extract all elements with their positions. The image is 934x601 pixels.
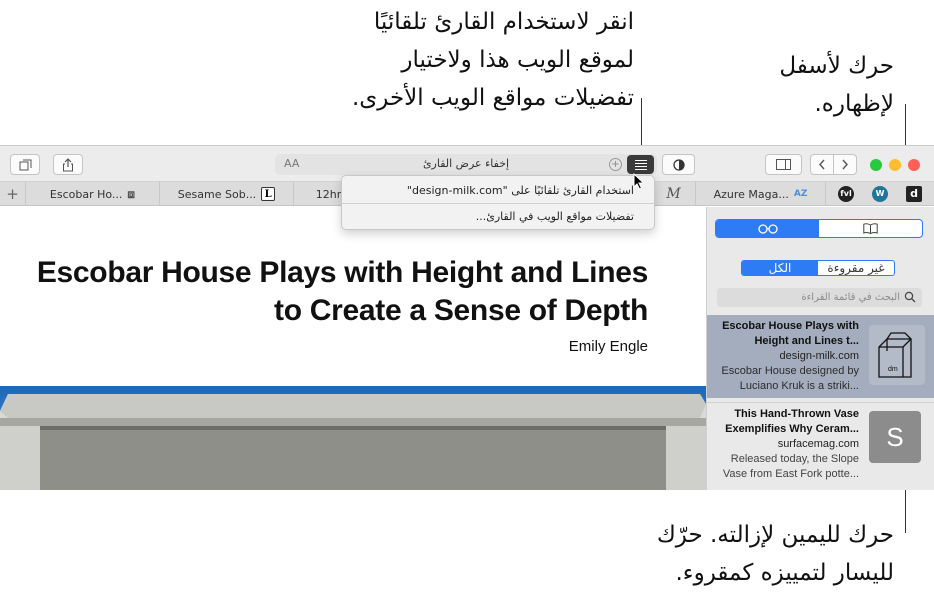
filter-unread[interactable]: غير مقروءة [818,261,894,275]
reading-list-item-text: This Hand-Thrown Vase Exemplifies Why Ce… [711,407,859,482]
bookmarks-tab[interactable] [819,220,922,237]
reading-list-item-text: Escobar House Plays with Height and Line… [711,319,859,394]
item-domain: design-milk.com [779,350,859,362]
chevron-right-icon [842,159,848,170]
tab-title: Escobar Ho... [49,187,123,201]
forward-button[interactable] [833,154,857,175]
article-hero-image [0,386,706,490]
az-favicon-icon: AZ [793,189,808,199]
callout-line: لإظهاره. [814,91,894,117]
callout-line: لموقع الويب هذا ولاختيار [401,47,634,73]
l-favicon-icon: L [261,187,276,201]
show-tabs-button[interactable] [10,154,40,175]
callout-line: لليسار لتمييزه كمقروء. [675,560,895,586]
pinned-tab-wordpress[interactable]: W [872,186,888,202]
share-button[interactable] [53,154,83,175]
search-placeholder: البحث في قائمة القراءة [801,292,900,303]
pinned-tab-fvl[interactable]: fvl [838,186,854,202]
reader-article: Escobar House Plays with Height and Line… [0,207,706,490]
zoom-window-button[interactable] [870,159,882,171]
reader-button[interactable] [627,155,654,174]
callout-leader-row [905,487,906,533]
search-icon [904,291,916,303]
reading-list-item[interactable]: This Hand-Thrown Vase Exemplifies Why Ce… [707,402,934,490]
m-favicon-icon: M [666,186,681,202]
add-page-icon[interactable]: + [609,158,622,171]
box-icon: ⧈ [127,187,136,201]
item-title: Escobar House Plays with Height and Line… [722,320,859,347]
read-filter-segmented: غير مقروءة الكل [741,260,895,276]
article-author: Emily Engle [568,338,648,355]
article-title: Escobar House Plays with Height and Line… [36,256,648,327]
chevron-left-icon [819,159,825,170]
book-icon [863,223,878,234]
glasses-icon [757,223,778,234]
mouse-cursor-icon [633,173,645,190]
filter-all[interactable]: الكل [742,261,818,275]
callout-reader-options: انقر لاستخدام القارئ تلقائيًا لموقع الوي… [352,3,634,117]
reading-list-tab[interactable] [716,220,819,237]
reader-options-menu: استخدام القارئ تلقائيًا على "design-milk… [341,175,655,230]
callout-line: انقر لاستخدام القارئ تلقائيًا [373,9,634,35]
item-domain: surfacemag.com [777,438,859,450]
pinned-tab-d[interactable]: d [906,186,922,202]
safari-window: AA إخفاء عرض القارئ + + Escobar Ho... ⧈ [0,145,934,490]
menu-item-reader-website-settings[interactable]: تفضيلات مواقع الويب في القارئ... [342,205,654,227]
item-thumbnail: S [869,411,921,463]
address-text[interactable]: إخفاء عرض القارئ [275,157,657,170]
callout-line: حرك لليمين لإزالته. حرّك [656,522,894,548]
item-title: This Hand-Thrown Vase Exemplifies Why Ce… [725,408,859,435]
tab-sesame[interactable]: Sesame Sob... L [160,182,294,206]
minimize-window-button[interactable] [889,159,901,171]
tab-title: 12hr [315,187,342,201]
reading-list-sidebar: غير مقروءة الكل البحث في قائمة القراءة E… [706,207,934,490]
callout-line: تفضيلات مواقع الويب الأخرى. [351,85,634,111]
thumb-label: dm [888,366,898,373]
tab-m[interactable]: M [652,182,696,206]
close-window-button[interactable] [908,159,920,171]
tab-title: Sesame Sob... [177,187,257,201]
tab-escobar[interactable]: Escobar Ho... ⧈ [26,182,160,206]
back-button[interactable] [810,154,834,175]
shield-icon [672,158,685,171]
house-photo [0,394,706,490]
sidebar-toggle-button[interactable] [765,154,802,175]
reading-list-search-input[interactable]: البحث في قائمة القراءة [717,288,922,307]
share-icon [63,157,73,171]
tab-azure[interactable]: Azure Maga... AZ [696,182,826,206]
menu-separator [342,203,654,204]
callout-swipe-row: حرك لليمين لإزالته. حرّك لليسار لتمييزه … [657,516,894,592]
reading-list-item[interactable]: Escobar House Plays with Height and Line… [707,315,934,398]
tab-title: Azure Maga... [713,187,789,201]
new-tab-button[interactable]: + [0,182,26,206]
reader-lines-icon [634,159,647,161]
sidebar-icon [776,159,791,170]
address-bar[interactable]: AA إخفاء عرض القارئ + [275,154,657,175]
item-thumbnail: dm [869,325,925,385]
sidebar-mode-switcher [715,219,923,238]
callout-scroll-down: حرك لأسفل لإظهاره. [779,47,894,123]
milk-carton-icon: dm [878,332,912,378]
callout-line: حرك لأسفل [779,53,894,79]
tabs-overview-icon [19,159,31,170]
item-excerpt: Escobar House designed by Luciano Kruk i… [721,365,859,392]
privacy-report-button[interactable] [662,154,695,175]
menu-item-use-reader-automatically[interactable]: استخدام القارئ تلقائيًا على "design-milk… [342,179,654,201]
item-excerpt: Released today, the Slope Vase from East… [722,453,859,480]
